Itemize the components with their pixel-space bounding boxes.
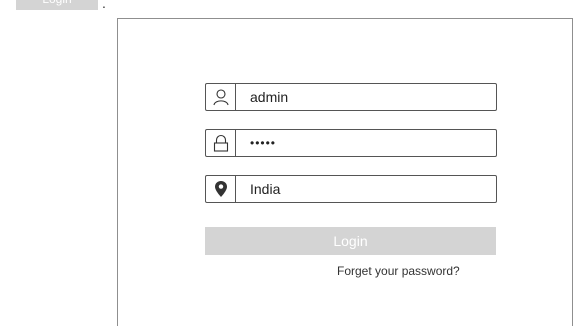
- forgot-password-link[interactable]: Forget your password?: [337, 264, 460, 278]
- password-field[interactable]: •••••: [205, 129, 497, 157]
- username-value[interactable]: admin: [250, 89, 288, 105]
- location-value[interactable]: India: [250, 181, 280, 197]
- location-field[interactable]: India: [205, 175, 497, 203]
- username-field[interactable]: admin: [205, 83, 497, 111]
- password-value[interactable]: •••••: [250, 136, 276, 150]
- login-panel: admin ••••• India Login Forget your pass…: [117, 18, 573, 326]
- login-page: Login . admin •••••: [0, 0, 581, 326]
- location-pin-icon: [206, 176, 236, 202]
- login-button[interactable]: Login: [205, 227, 496, 255]
- lock-icon: [206, 130, 236, 156]
- top-login-button[interactable]: Login: [16, 0, 98, 10]
- top-dot: .: [102, 0, 106, 11]
- user-icon: [206, 84, 236, 110]
